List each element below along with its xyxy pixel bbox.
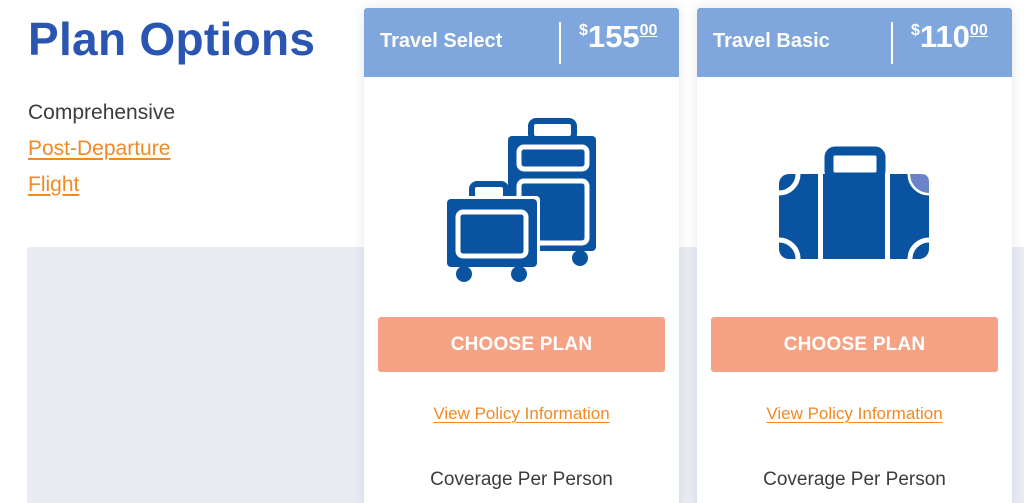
choose-plan-button[interactable]: CHOOSE PLAN <box>378 317 665 372</box>
plan-card-header: Travel Basic $11000 <box>697 8 1012 77</box>
plan-type-list: Comprehensive Post-Departure Flight <box>28 95 175 203</box>
coverage-per-person-label: Coverage Per Person <box>763 469 946 490</box>
plan-options-page: Plan Options Comprehensive Post-Departur… <box>0 0 1024 503</box>
coverage-per-person-label: Coverage Per Person <box>430 469 613 490</box>
option-flight-link[interactable]: Flight <box>28 167 175 203</box>
header-divider <box>559 22 561 64</box>
view-policy-information-link[interactable]: View Policy Information <box>364 404 679 424</box>
option-post-departure-link[interactable]: Post-Departure <box>28 131 175 167</box>
view-policy-information-link[interactable]: View Policy Information <box>697 404 1012 424</box>
price-whole: 155 <box>587 19 640 54</box>
luggage-set-icon <box>444 118 596 282</box>
header-divider <box>891 22 893 64</box>
price-whole: 110 <box>919 19 970 54</box>
plan-name: Travel Basic <box>713 30 830 52</box>
suitcase-icon <box>778 146 930 260</box>
plan-name: Travel Select <box>380 30 503 52</box>
price-cents: 00 <box>639 22 658 39</box>
plan-card-travel-select: Travel Select $15500 CHOOSE PLAN View Po… <box>364 8 679 503</box>
price-cents: 00 <box>969 22 988 39</box>
page-title: Plan Options <box>28 13 316 65</box>
plan-price: $11000 <box>911 20 988 54</box>
plan-card-travel-basic: Travel Basic $11000 CHOOSE PLAN View Pol… <box>697 8 1012 503</box>
plan-card-header: Travel Select $15500 <box>364 8 679 77</box>
price-currency: $ <box>579 22 588 39</box>
plan-price: $15500 <box>579 20 657 54</box>
choose-plan-button[interactable]: CHOOSE PLAN <box>711 317 998 372</box>
option-comprehensive: Comprehensive <box>28 101 176 124</box>
price-currency: $ <box>911 22 920 39</box>
